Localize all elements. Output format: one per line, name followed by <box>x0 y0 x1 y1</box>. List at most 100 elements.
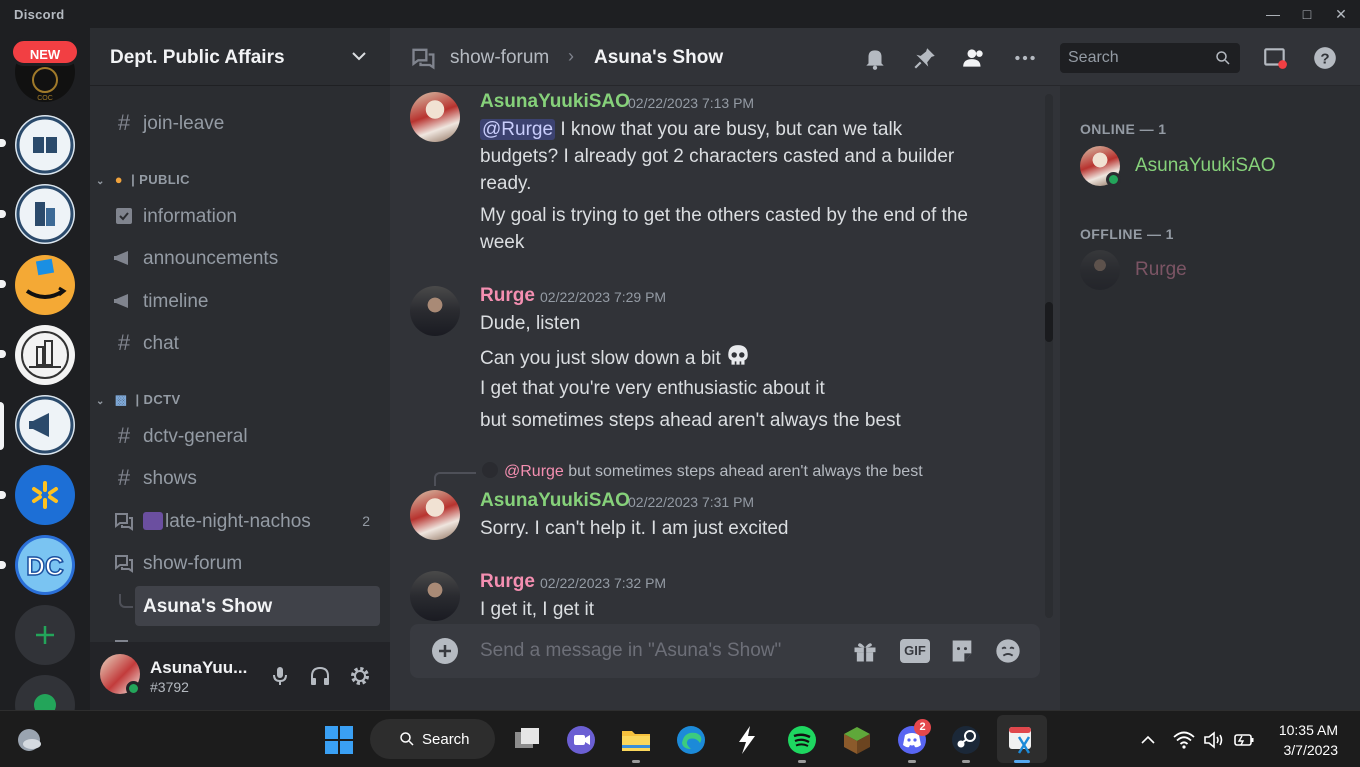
server-buildings[interactable] <box>15 184 75 244</box>
author-avatar[interactable] <box>410 490 460 540</box>
pin-icon[interactable] <box>912 45 938 71</box>
discord-notification-badge: 2 <box>914 719 931 736</box>
message-line: week <box>480 232 525 253</box>
windows-start-icon[interactable] <box>322 723 356 757</box>
author-name[interactable]: AsunaYuukiSAO <box>480 490 630 512</box>
snipping-tool-icon[interactable] <box>1005 723 1039 757</box>
file-explorer-icon[interactable] <box>619 723 653 757</box>
channel-dctv-general[interactable]: # dctv-general <box>100 418 380 454</box>
minecraft-icon[interactable] <box>840 723 874 757</box>
offline-header: OFFLINE — 1 <box>1080 226 1174 242</box>
volume-icon[interactable] <box>1202 728 1226 752</box>
message-line: My goal is trying to get the others cast… <box>480 205 968 226</box>
close-button[interactable]: ✕ <box>1329 4 1353 24</box>
parent-channel-link[interactable]: show-forum <box>450 47 549 69</box>
microphone-icon[interactable] <box>268 664 292 688</box>
author-avatar[interactable] <box>410 571 460 621</box>
running-indicator <box>632 760 640 763</box>
edge-browser-icon[interactable] <box>674 723 708 757</box>
message-composer[interactable]: Send a message in "Asuna's Show" GIF <box>410 624 1040 678</box>
channel-shows[interactable]: # shows <box>100 460 380 496</box>
help-icon[interactable]: ? <box>1312 45 1338 71</box>
plus-icon <box>36 626 54 644</box>
emoji-icon[interactable] <box>994 637 1022 665</box>
channel-announcements[interactable]: announcements <box>100 240 380 276</box>
scrollbar-thumb[interactable] <box>1045 302 1053 342</box>
amazon-server-icon <box>25 258 67 299</box>
message-timestamp: 02/22/2023 7:13 PM <box>628 95 755 111</box>
server-city[interactable] <box>15 325 75 385</box>
taskbar-search[interactable]: Search <box>370 719 495 759</box>
add-server-button[interactable] <box>15 605 75 665</box>
server-dc[interactable]: DC <box>15 535 75 595</box>
os-taskbar: Search 2 10:35 AM 3/7/2023 <box>0 710 1360 767</box>
bell-icon[interactable] <box>862 45 888 71</box>
channel-information[interactable]: information <box>100 198 380 234</box>
teams-chat-icon[interactable] <box>564 723 598 757</box>
channel-join-leave[interactable]: # join-leave <box>100 105 380 141</box>
battery-icon[interactable] <box>1232 728 1256 752</box>
author-name[interactable]: Rurge <box>480 285 535 307</box>
server-dept-public-affairs[interactable] <box>15 395 75 455</box>
forum-icon <box>115 555 133 573</box>
explore-servers-button[interactable] <box>15 675 75 710</box>
search-input[interactable]: Search <box>1060 43 1240 73</box>
inbox-icon[interactable] <box>1262 45 1288 71</box>
member-item[interactable]: AsunaYuukiSAO <box>1080 144 1340 188</box>
scrollbar-track[interactable] <box>1045 94 1053 618</box>
user-tag: #3792 <box>150 679 189 695</box>
user-mention[interactable]: @Rurge <box>480 119 556 140</box>
running-indicator <box>962 760 970 763</box>
category-public[interactable]: ⌄ ● | PUBLIC <box>96 172 190 187</box>
book-server-icon <box>16 116 74 174</box>
chevron-up-icon[interactable] <box>1139 731 1157 749</box>
author-avatar[interactable] <box>410 286 460 336</box>
message-timestamp: 02/22/2023 7:32 PM <box>540 575 667 591</box>
channel-show-forum[interactable]: show-forum <box>100 545 380 581</box>
author-name[interactable]: AsunaYuukiSAO <box>480 91 630 113</box>
author-avatar[interactable] <box>410 92 460 142</box>
search-placeholder: Search <box>1068 49 1119 66</box>
add-attachment-icon[interactable] <box>432 638 458 664</box>
channel-chat[interactable]: # chat <box>100 325 380 361</box>
category-dctv[interactable]: ⌄ ▩ | DCTV <box>96 392 181 408</box>
guild-header[interactable]: Dept. Public Affairs <box>90 28 390 86</box>
wifi-icon[interactable] <box>1172 728 1196 752</box>
server-education[interactable] <box>15 115 75 175</box>
gift-icon[interactable] <box>851 637 879 665</box>
message-timestamp: 02/22/2023 7:29 PM <box>540 289 667 305</box>
channel-label: late-night-nachos <box>143 511 311 533</box>
member-list: ONLINE — 1 AsunaYuukiSAO OFFLINE — 1 Rur… <box>1060 86 1360 710</box>
sticker-icon[interactable] <box>948 637 976 665</box>
gif-button[interactable]: GIF <box>900 639 930 663</box>
member-item[interactable]: Rurge <box>1080 248 1340 292</box>
members-icon[interactable] <box>961 45 987 71</box>
app-lightning-icon[interactable] <box>730 723 764 757</box>
message-line: Sorry. I can't help it. I am just excite… <box>480 518 789 539</box>
reply-preview[interactable]: @Rurge but sometimes steps ahead aren't … <box>482 462 923 481</box>
server-unread-pip <box>0 350 6 358</box>
channel-timeline[interactable]: timeline <box>100 283 380 319</box>
spotify-icon[interactable] <box>785 723 819 757</box>
task-view-icon[interactable] <box>510 723 544 757</box>
svg-text:COC: COC <box>37 95 53 102</box>
skull-emoji-icon <box>728 345 748 365</box>
server-unread-pip <box>0 561 6 569</box>
headphones-icon[interactable] <box>308 664 332 688</box>
active-indicator <box>1014 760 1030 763</box>
steam-icon[interactable] <box>949 723 983 757</box>
server-walmart[interactable] <box>15 465 75 525</box>
maximize-button[interactable]: □ <box>1295 4 1319 24</box>
server-amazon[interactable] <box>15 255 75 315</box>
settings-gear-icon[interactable] <box>348 664 372 688</box>
system-clock[interactable]: 10:35 AM 3/7/2023 <box>1279 720 1338 760</box>
more-options-icon[interactable] <box>1012 45 1038 71</box>
weather-icon[interactable] <box>12 723 46 757</box>
reply-avatar <box>482 462 498 478</box>
minimize-button[interactable]: — <box>1261 4 1285 24</box>
author-name[interactable]: Rurge <box>480 571 535 593</box>
channel-late-night-nachos[interactable]: late-night-nachos 2 <box>100 503 380 539</box>
message-line: budgets? I already got 2 characters cast… <box>480 146 955 167</box>
channel-sidebar: Dept. Public Affairs # join-leave ⌄ ● | … <box>90 28 390 710</box>
thread-asunas-show[interactable]: Asuna's Show <box>135 586 380 626</box>
